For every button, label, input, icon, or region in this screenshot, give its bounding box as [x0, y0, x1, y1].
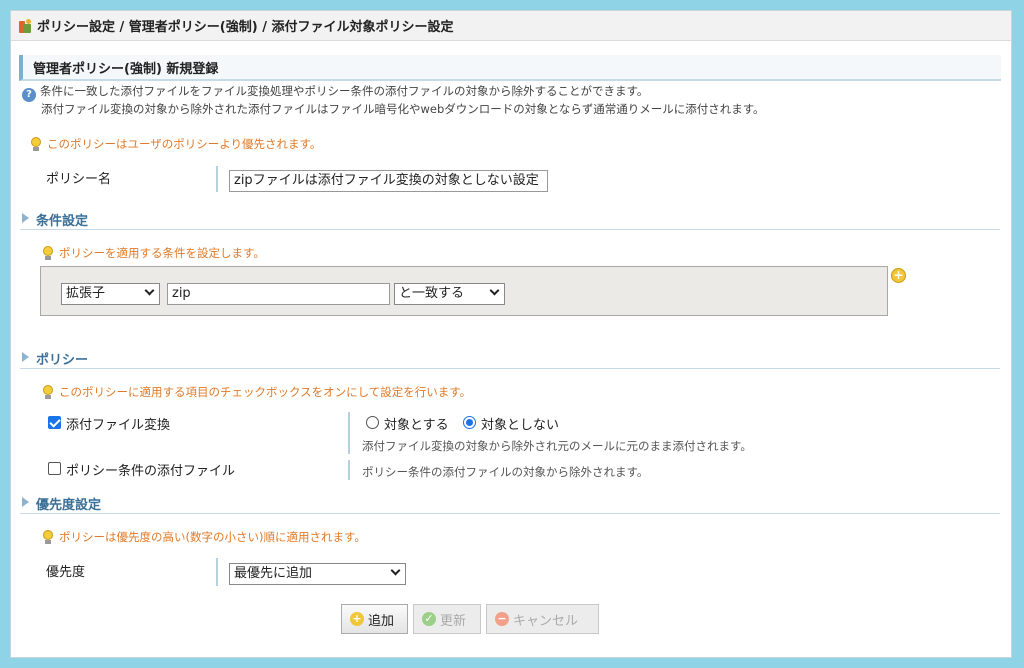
policy-name-label: ポリシー名 [46, 172, 112, 187]
priority-note: このポリシーはユーザのポリシーより優先されます。 [30, 136, 321, 152]
expand-triangle-icon [22, 497, 29, 507]
divider [348, 412, 350, 454]
lightbulb-icon [30, 137, 42, 151]
priority-order-note-text: ポリシーは優先度の高い(数字の小さい)順に適用されます。 [59, 530, 366, 544]
priority-note-text: このポリシーはユーザのポリシーより優先されます。 [47, 137, 322, 151]
chevron-down-icon [489, 285, 500, 296]
description: ? 条件に一致した添付ファイルをファイル変換処理やポリシー条件の添付ファイルの対象… [22, 84, 765, 117]
condition-box: 拡張子 zip と一致する [40, 266, 888, 316]
radio-target-on[interactable] [366, 416, 379, 429]
condition-note: ポリシーを適用する条件を設定します。 [42, 245, 265, 261]
plus-icon: + [350, 612, 364, 626]
section-condition[interactable]: 条件設定 [20, 210, 1000, 230]
section-condition-title: 条件設定 [36, 214, 89, 229]
condition-value-input[interactable]: zip [167, 283, 390, 305]
chevron-down-icon [390, 565, 401, 576]
condition-match-value: と一致する [399, 286, 465, 301]
policy-attachment-checkbox[interactable] [48, 462, 61, 475]
cancel-button-label: キャンセル [513, 613, 579, 629]
attachment-convert-label: 添付ファイル変換 [66, 418, 171, 433]
attachment-convert-checkbox[interactable] [48, 416, 61, 429]
policy-attachment-help: ポリシー条件の添付ファイルの対象から除外されます。 [362, 465, 649, 479]
section-priority-title: 優先度設定 [36, 498, 102, 513]
add-button[interactable]: + 追加 [341, 604, 408, 634]
breadcrumb: ポリシー設定 / 管理者ポリシー(強制) / 添付ファイル対象ポリシー設定 [11, 11, 1011, 41]
help-icon: ? [22, 88, 36, 102]
add-button-label: 追加 [368, 613, 395, 629]
description-line1: 条件に一致した添付ファイルをファイル変換処理やポリシー条件の添付ファイルの対象か… [40, 84, 649, 98]
divider [216, 166, 218, 192]
section-priority[interactable]: 優先度設定 [20, 494, 1000, 514]
priority-select[interactable]: 最優先に追加 [229, 563, 406, 585]
priority-label: 優先度 [46, 565, 86, 580]
section-policy[interactable]: ポリシー [20, 349, 1000, 369]
add-condition-icon[interactable]: + [891, 268, 906, 283]
chevron-down-icon [144, 285, 155, 296]
condition-note-text: ポリシーを適用する条件を設定します。 [59, 246, 265, 260]
page-title: 管理者ポリシー(強制) 新規登録 [19, 55, 1001, 81]
priority-order-note: ポリシーは優先度の高い(数字の小さい)順に適用されます。 [42, 529, 366, 545]
policy-name-input[interactable]: zipファイルは添付ファイル変換の対象としない設定 [229, 170, 548, 192]
attachment-convert-help: 添付ファイル変換の対象から除外され元のメールに元のまま添付されます。 [362, 439, 752, 453]
lightbulb-icon [42, 385, 54, 399]
lightbulb-icon [42, 530, 54, 544]
radio-target-off-label: 対象としない [481, 418, 560, 433]
check-icon: ✓ [422, 612, 436, 626]
minus-icon: − [495, 612, 509, 626]
expand-triangle-icon [22, 352, 29, 362]
policy-note: このポリシーに適用する項目のチェックボックスをオンにして設定を行います。 [42, 384, 471, 400]
cancel-button[interactable]: − キャンセル [486, 604, 599, 634]
policy-icon [17, 18, 33, 34]
description-line2: 添付ファイル変換の対象から除外された添付ファイルはファイル暗号化やwebダウンロ… [41, 102, 765, 116]
lightbulb-icon [42, 246, 54, 260]
page-title-text: 管理者ポリシー(強制) 新規登録 [33, 61, 219, 77]
divider [216, 558, 218, 586]
section-policy-title: ポリシー [36, 353, 89, 368]
divider [348, 460, 350, 480]
radio-target-on-label: 対象とする [384, 418, 449, 433]
condition-match-select[interactable]: と一致する [394, 283, 505, 305]
policy-note-text: このポリシーに適用する項目のチェックボックスをオンにして設定を行います。 [59, 385, 472, 399]
update-button[interactable]: ✓ 更新 [413, 604, 481, 634]
expand-triangle-icon [22, 213, 29, 223]
update-button-label: 更新 [440, 613, 467, 629]
priority-select-value: 最優先に追加 [234, 566, 313, 581]
breadcrumb-text: ポリシー設定 / 管理者ポリシー(強制) / 添付ファイル対象ポリシー設定 [37, 20, 454, 35]
policy-attachment-label: ポリシー条件の添付ファイル [66, 464, 236, 479]
condition-field-value: 拡張子 [66, 286, 106, 301]
condition-field-select[interactable]: 拡張子 [61, 283, 160, 305]
radio-target-off[interactable] [463, 416, 476, 429]
